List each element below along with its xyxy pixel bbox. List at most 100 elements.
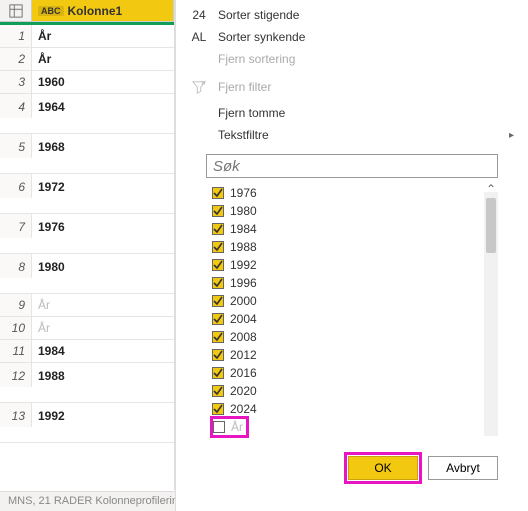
filter-clear-icon (190, 80, 208, 94)
scroll-up-icon[interactable]: ⌃ (484, 184, 498, 196)
table-row[interactable]: 31960 (0, 71, 174, 94)
filter-item[interactable]: 1976 (212, 184, 498, 202)
filter-label: 2012 (230, 348, 257, 362)
cell-value: 1960 (32, 71, 174, 93)
cell-value: 1980 (32, 254, 174, 278)
search-box[interactable] (206, 154, 498, 178)
table-row[interactable]: 51968 (0, 134, 174, 174)
sort-descending[interactable]: AL Sorter synkende (188, 26, 516, 48)
table-row[interactable]: 81980 (0, 254, 174, 294)
filter-label: 2016 (230, 366, 257, 380)
filter-label: År (231, 420, 243, 434)
filter-item[interactable]: 2016 (212, 364, 498, 382)
cell-value: 1964 (32, 94, 174, 118)
checkbox-checked-icon[interactable] (212, 295, 224, 307)
filter-label: 2020 (230, 384, 257, 398)
cell-value: År (32, 317, 174, 339)
type-badge: ABC (38, 6, 64, 16)
table-row[interactable]: 121988 (0, 363, 174, 403)
row-number: 1 (0, 25, 32, 47)
text-filters-label: Tekstfiltre (218, 128, 269, 142)
table-row[interactable]: 10År (0, 317, 174, 340)
table-corner-icon[interactable] (0, 0, 32, 21)
checkbox-checked-icon[interactable] (212, 277, 224, 289)
table-row[interactable]: 111984 (0, 340, 174, 363)
checkbox-checked-icon[interactable] (212, 241, 224, 253)
filter-label: 1980 (230, 204, 257, 218)
checkbox-checked-icon[interactable] (212, 223, 224, 235)
filter-list: 1976 1980 1984 1988 1992 1996 2000 2004 2008 2012… (206, 184, 498, 444)
filter-item[interactable]: 2004 (212, 310, 498, 328)
scrollbar-track[interactable] (484, 192, 498, 436)
filter-panel: 24 Sorter stigende AL Sorter synkende Fj… (175, 0, 528, 511)
row-number: 9 (0, 294, 32, 316)
table-area: ABC Kolonne1 1År2År319604196451968619727… (0, 0, 175, 490)
checkbox-checked-icon[interactable] (212, 259, 224, 271)
filter-label: 1992 (230, 258, 257, 272)
row-number: 12 (0, 363, 32, 387)
search-input[interactable] (207, 155, 497, 177)
ok-button[interactable]: OK (348, 456, 418, 480)
sort-desc-icon: AL (190, 30, 208, 44)
row-number: 5 (0, 134, 32, 158)
row-number: 13 (0, 403, 32, 427)
filter-item[interactable]: 1984 (212, 220, 498, 238)
checkbox-checked-icon[interactable] (212, 403, 224, 415)
remove-empty[interactable]: Fjern tomme (188, 102, 516, 124)
cell-value: År (32, 25, 174, 47)
filter-label: 2024 (230, 402, 257, 416)
chevron-right-icon: ▸ (509, 130, 514, 141)
filter-item[interactable]: 1996 (212, 274, 498, 292)
filter-item[interactable]: 2008 (212, 328, 498, 346)
filter-item[interactable]: 1980 (212, 202, 498, 220)
cell-value: År (32, 48, 174, 70)
cell-value: 1992 (32, 403, 174, 427)
checkbox-checked-icon[interactable] (212, 187, 224, 199)
row-number: 8 (0, 254, 32, 278)
column-header-kolonne1[interactable]: ABC Kolonne1 (32, 0, 174, 21)
filter-item[interactable]: 2020 (212, 382, 498, 400)
filter-item[interactable]: 1992 (212, 256, 498, 274)
checkbox-unchecked-icon[interactable] (213, 421, 225, 433)
table-row[interactable]: 71976 (0, 214, 174, 254)
row-number: 2 (0, 48, 32, 70)
filter-label: 1988 (230, 240, 257, 254)
filter-label: 2000 (230, 294, 257, 308)
table-row[interactable]: 41964 (0, 94, 174, 134)
sort-desc-label: Sorter synkende (218, 30, 305, 44)
clear-sort-label: Fjern sortering (218, 52, 295, 66)
checkbox-checked-icon[interactable] (212, 331, 224, 343)
clear-sort: Fjern sortering (188, 48, 516, 70)
cell-value: 1976 (32, 214, 174, 238)
column-header-row: ABC Kolonne1 (0, 0, 174, 22)
sort-ascending[interactable]: 24 Sorter stigende (188, 4, 516, 26)
filter-item[interactable]: 2000 (212, 292, 498, 310)
filter-item[interactable]: 2024 (212, 400, 498, 418)
table-row[interactable]: 61972 (0, 174, 174, 214)
row-number: 6 (0, 174, 32, 198)
filter-label: 2004 (230, 312, 257, 326)
cell-value: 1988 (32, 363, 174, 387)
filter-item[interactable]: 1988 (212, 238, 498, 256)
table-row[interactable]: 1År (0, 25, 174, 48)
checkbox-checked-icon[interactable] (212, 349, 224, 361)
table-row[interactable]: 131992 (0, 403, 174, 443)
row-number: 11 (0, 340, 32, 362)
button-row: OK Avbryt (188, 444, 516, 480)
filter-label: 1976 (230, 186, 257, 200)
cancel-button[interactable]: Avbryt (428, 456, 498, 480)
row-number: 7 (0, 214, 32, 238)
row-number: 10 (0, 317, 32, 339)
text-filters[interactable]: Tekstfiltre ▸ (188, 124, 516, 146)
filter-item[interactable]: 2012 (212, 346, 498, 364)
clear-filter: Fjern filter (188, 76, 516, 98)
scrollbar-thumb[interactable] (486, 198, 496, 253)
row-number: 3 (0, 71, 32, 93)
table-row[interactable]: 9År (0, 294, 174, 317)
table-row[interactable]: 2År (0, 48, 174, 71)
checkbox-checked-icon[interactable] (212, 313, 224, 325)
checkbox-checked-icon[interactable] (212, 385, 224, 397)
checkbox-checked-icon[interactable] (212, 205, 224, 217)
checkbox-checked-icon[interactable] (212, 367, 224, 379)
filter-item-null[interactable]: År (212, 418, 247, 436)
